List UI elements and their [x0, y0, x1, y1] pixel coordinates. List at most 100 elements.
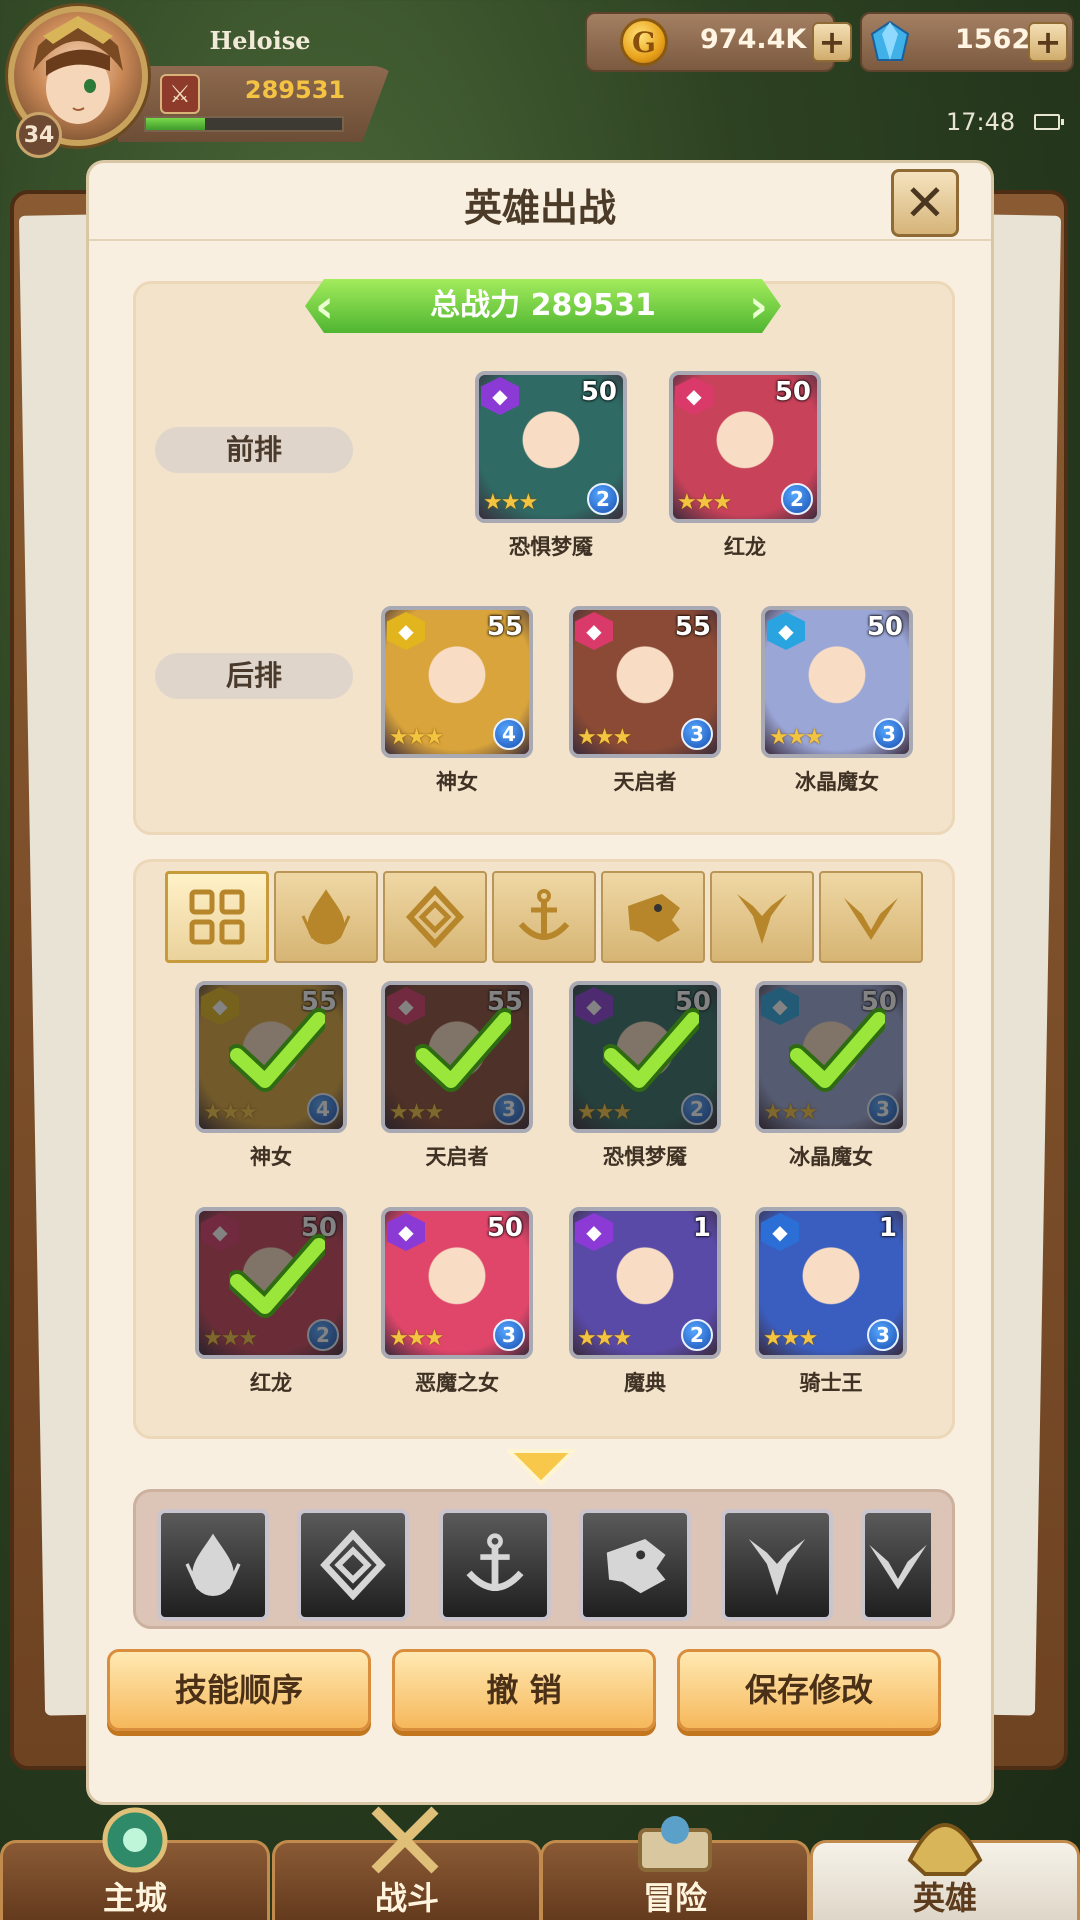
- hero-level: 55: [486, 612, 523, 642]
- hero-rank-badge: 3: [873, 718, 905, 750]
- filter-tab-beast-faction[interactable]: [601, 871, 705, 963]
- faction-button-light[interactable]: [861, 1509, 931, 1621]
- close-icon: ✕: [904, 174, 946, 232]
- faction-button-flame[interactable]: [157, 1509, 269, 1621]
- hero-rank-badge: 2: [587, 483, 619, 515]
- hero-rank-badge: 3: [493, 1319, 525, 1351]
- hero-name: 恶魔之女: [415, 1371, 499, 1395]
- exp-progress-bar: [144, 116, 344, 132]
- nav-tab-adventure-label: 冒险: [642, 1879, 707, 1917]
- hero-level: 50: [580, 377, 617, 407]
- hero-deploy-panel: 英雄出战 ✕ 总战力 289531 ‹ › 前排 后排 ◆ 50 ★★★ 2 恐惧梦魇 ◆…: [86, 160, 994, 1805]
- faction-button-crystal[interactable]: [297, 1509, 409, 1621]
- banner-right-chevron-icon: ›: [749, 279, 768, 333]
- light-faction-icon: [844, 898, 898, 940]
- nav-tab-battle-label: 战斗: [374, 1879, 439, 1917]
- hero-card[interactable]: ◆50★★★2: [475, 371, 627, 523]
- hero-name: 天启者: [425, 1145, 489, 1169]
- back-row-label: 后排: [155, 653, 353, 699]
- checkmark-icon: [229, 1234, 325, 1318]
- hero-rank-badge: 3: [681, 718, 713, 750]
- hero-rank-badge: 2: [681, 1319, 713, 1351]
- checkmark-icon: [415, 1008, 511, 1092]
- hero-card[interactable]: ◆50★★★2: [569, 981, 721, 1133]
- total-power-banner: 总战力 289531: [305, 279, 781, 333]
- hero-name: 恐惧梦魇: [603, 1145, 687, 1169]
- save-changes-button[interactable]: 保存修改: [677, 1649, 941, 1731]
- checkmark-icon: [229, 1008, 325, 1092]
- hero-stars: ★★★: [577, 1326, 632, 1351]
- hero-stars: ★★★: [483, 490, 538, 515]
- hero-card[interactable]: ◆50★★★3: [755, 981, 907, 1133]
- hero-stars: ★★★: [677, 490, 732, 515]
- filter-tab-light-faction[interactable]: [819, 871, 923, 963]
- hero-level: 50: [486, 1213, 523, 1243]
- faction-button-beast[interactable]: [579, 1509, 691, 1621]
- close-button[interactable]: ✕: [891, 169, 959, 237]
- hero-card[interactable]: ◆50★★★2: [195, 1207, 347, 1359]
- expand-down-arrow-icon[interactable]: [505, 1447, 577, 1487]
- checkmark-icon: [789, 1008, 885, 1092]
- hero-name: 恐惧梦魇: [509, 535, 593, 559]
- filter-tab-crystal-faction[interactable]: [383, 871, 487, 963]
- crystal-faction-icon: [320, 1530, 386, 1600]
- filter-tab-demon-faction[interactable]: [710, 871, 814, 963]
- player-name: Heloise: [209, 26, 311, 55]
- hero-level: 50: [866, 612, 903, 642]
- nav-tab-heroes-label: 英雄: [912, 1879, 977, 1917]
- light-faction-icon: [869, 1544, 927, 1590]
- beast-faction-icon: [606, 1539, 666, 1594]
- demon-faction-icon: [748, 1539, 806, 1596]
- skill-order-button[interactable]: 技能顺序: [107, 1649, 371, 1731]
- hero-level: 50: [774, 377, 811, 407]
- hero-level: 1: [878, 1213, 897, 1243]
- hero-card[interactable]: ◆ 1 ★★★ 3: [755, 1207, 907, 1359]
- nav-tab-city-label: 主城: [102, 1879, 167, 1917]
- faction-button-demon[interactable]: [721, 1509, 833, 1621]
- faction-button-anchor[interactable]: [439, 1509, 551, 1621]
- filter-tab-flame-faction[interactable]: [274, 871, 378, 963]
- hero-name: 神女: [250, 1145, 292, 1169]
- flame-faction-icon: [185, 1533, 241, 1596]
- hero-card[interactable]: ◆50★★★2: [669, 371, 821, 523]
- front-row-label: 前排: [155, 427, 353, 473]
- player-power-value: 289531: [244, 76, 346, 104]
- hero-name: 神女: [436, 770, 478, 794]
- gold-coin-icon: G: [620, 18, 668, 66]
- hero-card[interactable]: ◆55★★★3: [381, 981, 533, 1133]
- exp-progress-fill: [146, 118, 205, 130]
- status-clock: 17:48: [946, 108, 1016, 136]
- panel-header: 英雄出战 ✕: [89, 163, 991, 241]
- add-gold-button[interactable]: +: [812, 22, 852, 62]
- hero-stars: ★★★: [389, 725, 444, 750]
- hero-name: 魔典: [624, 1371, 666, 1395]
- hero-card[interactable]: ◆55★★★3: [569, 606, 721, 758]
- bottom-navigation: 主城 战斗 冒险 英雄: [0, 1800, 1080, 1920]
- flame-faction-icon: [301, 889, 351, 945]
- hero-card[interactable]: ◆50★★★3: [761, 606, 913, 758]
- filter-tab-all-grid[interactable]: [165, 871, 269, 963]
- hero-stars: ★★★: [577, 725, 632, 750]
- hero-name: 骑士王: [799, 1371, 863, 1395]
- hero-name: 冰晶魔女: [789, 1145, 873, 1169]
- crystal-faction-icon: [405, 886, 465, 948]
- hero-level: 1: [692, 1213, 711, 1243]
- hero-name: 红龙: [724, 535, 766, 559]
- filter-tab-anchor-faction[interactable]: [492, 871, 596, 963]
- hero-level: 55: [674, 612, 711, 642]
- demon-faction-icon: [737, 894, 787, 944]
- player-level-badge: 34: [16, 112, 62, 158]
- undo-button[interactable]: 撤 销: [392, 1649, 656, 1731]
- gem-amount: 1562: [955, 24, 1031, 55]
- beast-faction-icon: [628, 894, 680, 942]
- hero-card[interactable]: ◆55★★★4: [195, 981, 347, 1133]
- hero-card[interactable]: ◆ 1 ★★★ 2: [569, 1207, 721, 1359]
- hero-name: 红龙: [250, 1371, 292, 1395]
- hero-card[interactable]: ◆55★★★4: [381, 606, 533, 758]
- crossed-swords-icon: ⚔: [160, 74, 200, 114]
- hero-rank-badge: 4: [493, 718, 525, 750]
- checkmark-icon: [603, 1008, 699, 1092]
- hero-card[interactable]: ◆50★★★3: [381, 1207, 533, 1359]
- banner-left-chevron-icon: ‹: [315, 279, 334, 333]
- add-gems-button[interactable]: +: [1028, 22, 1068, 62]
